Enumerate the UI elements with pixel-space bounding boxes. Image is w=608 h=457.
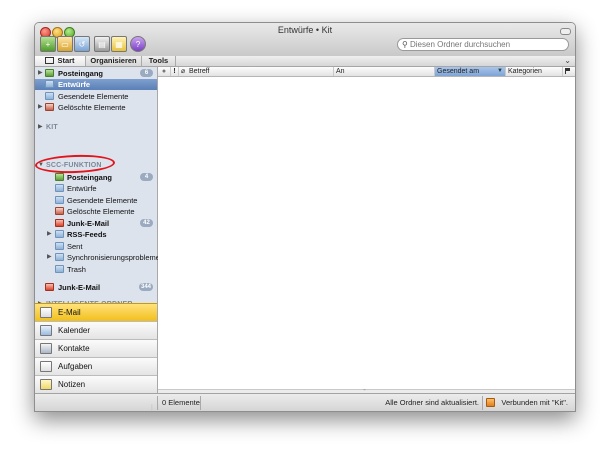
nav-contacts-button[interactable]: Kontakte	[35, 339, 157, 357]
folder-icon	[55, 253, 64, 261]
ribbon-tabs: Start Organisieren Tools ⌄	[35, 56, 575, 67]
sent-folder-icon	[55, 196, 64, 204]
rss-folder-icon	[55, 230, 64, 238]
mail-icon	[40, 307, 52, 318]
disclosure-triangle-icon[interactable]: ▶	[47, 252, 52, 263]
column-subject[interactable]: Betreff	[187, 67, 334, 76]
sidebar-item-scc-trash[interactable]: Trash	[35, 264, 157, 275]
folder-icon[interactable]: ▭	[57, 36, 73, 52]
tab-tools[interactable]: Tools	[142, 56, 176, 66]
sidebar-item-scc-geloeschte-elemente[interactable]: Gelöschte Elemente	[35, 206, 157, 217]
search-icon: ⚲	[402, 40, 408, 49]
search-field[interactable]: ⚲	[397, 38, 569, 51]
disclosure-triangle-icon[interactable]: ▶	[38, 102, 43, 113]
sidebar-item-scc-posteingang[interactable]: Posteingang 4	[35, 172, 157, 183]
column-categories[interactable]: Kategorien	[506, 67, 563, 76]
column-header-row: ● ! ⌀ Betreff An Gesendet am ▼ Kategorie…	[158, 67, 575, 77]
sidebar-item-posteingang[interactable]: ▶ Posteingang 6	[35, 68, 157, 79]
nav-notes-button[interactable]: Notizen	[35, 375, 157, 393]
disclosure-triangle-icon[interactable]: ▶	[38, 122, 43, 133]
calendar-note-icon[interactable]: ▦	[111, 36, 127, 52]
window-title: Entwürfe • Kit	[277, 25, 333, 35]
status-bar: ⋮⋮ 0 Elemente Alle Ordner sind aktualisi…	[35, 393, 575, 411]
trash-icon	[55, 207, 64, 215]
print-icon[interactable]: ▤	[94, 36, 110, 52]
folder-sidebar: ▶ Posteingang 6 Entwürfe Gesendete Eleme…	[35, 67, 160, 308]
connection-status: Verbunden mit "Kit".	[501, 398, 568, 407]
nav-calendar-button[interactable]: Kalender	[35, 321, 157, 339]
calendar-icon	[40, 325, 52, 336]
search-input[interactable]	[410, 39, 565, 50]
sidebar-item-scc-junk-email[interactable]: Junk-E-Mail 42	[35, 218, 157, 229]
unread-badge: 6	[140, 69, 153, 77]
chevron-down-icon[interactable]: ⌄	[564, 56, 571, 66]
sync-status: Alle Ordner sind aktualisiert.	[385, 398, 479, 407]
message-list: ● ! ⌀ Betreff An Gesendet am ▼ Kategorie…	[158, 67, 575, 394]
navigation-pane: E-Mail Kalender Kontakte Aufgaben Notize…	[35, 303, 158, 393]
trash-icon	[45, 103, 54, 111]
disclosure-triangle-icon[interactable]: ▶	[47, 229, 52, 240]
reply-icon[interactable]: ↺	[74, 36, 90, 52]
folder-icon	[55, 242, 64, 250]
unread-badge: 344	[138, 283, 153, 291]
drafts-folder-icon	[45, 80, 54, 88]
sidebar-item-entwuerfe[interactable]: Entwürfe	[35, 79, 157, 90]
sidebar-item-geloeschte-elemente[interactable]: ▶ Gelöschte Elemente	[35, 102, 157, 113]
inbox-icon	[55, 173, 64, 181]
nav-tasks-button[interactable]: Aufgaben	[35, 357, 157, 375]
junk-mail-icon	[55, 219, 64, 227]
sidebar-item-scc-sent[interactable]: Sent	[35, 241, 157, 252]
sort-descending-icon: ▼	[497, 68, 503, 74]
sidebar-item-scc-gesendete-elemente[interactable]: Gesendete Elemente	[35, 195, 157, 206]
sidebar-item-gesendete-elemente[interactable]: Gesendete Elemente	[35, 91, 157, 102]
column-status[interactable]: ●	[158, 67, 171, 76]
unread-badge: 42	[140, 219, 153, 227]
drafts-folder-icon	[55, 184, 64, 192]
disclosure-triangle-icon[interactable]: ▶	[38, 68, 43, 79]
tab-start[interactable]: Start	[35, 56, 86, 66]
sent-folder-icon	[45, 92, 54, 100]
inbox-icon	[45, 69, 54, 77]
item-count: 0 Elemente	[162, 398, 200, 407]
column-priority[interactable]: !	[171, 67, 179, 76]
mail-icon	[45, 57, 55, 64]
sidebar-item-junk-email[interactable]: Junk-E-Mail 344	[35, 282, 157, 293]
folder-icon	[55, 265, 64, 273]
nav-email-button[interactable]: E-Mail	[35, 303, 157, 321]
attachment-icon[interactable]: ⌀	[179, 67, 187, 76]
column-sent-date[interactable]: Gesendet am ▼	[435, 67, 506, 76]
tab-organisieren[interactable]: Organisieren	[86, 56, 142, 66]
toolbar-toggle-button[interactable]	[560, 28, 571, 35]
sidebar-item-scc-rss-feeds[interactable]: ▶ RSS-Feeds	[35, 229, 157, 240]
sidebar-item-scc-synchronisierungsprobleme[interactable]: ▶ Synchronisierungsprobleme	[35, 252, 160, 263]
connection-icon	[486, 398, 495, 407]
column-to[interactable]: An	[334, 67, 435, 76]
sidebar-section-kit[interactable]: ▶ KIT	[35, 122, 157, 133]
tasks-icon	[40, 361, 52, 372]
new-item-icon[interactable]: +	[40, 36, 56, 52]
contacts-icon	[40, 343, 52, 354]
title-bar: Entwürfe • Kit + ▭ ↺ ▤ ▦ ? ⚲	[35, 23, 575, 57]
help-icon[interactable]: ?	[130, 36, 146, 52]
notes-icon	[40, 379, 52, 390]
unread-badge: 4	[140, 173, 153, 181]
flag-icon[interactable]	[565, 68, 572, 74]
junk-mail-icon	[45, 283, 54, 291]
resize-grip-icon[interactable]: ⋮⋮	[149, 399, 161, 411]
sidebar-item-scc-entwuerfe[interactable]: Entwürfe	[35, 183, 157, 194]
outlook-window: Entwürfe • Kit + ▭ ↺ ▤ ▦ ? ⚲ Start Organ…	[34, 22, 576, 412]
